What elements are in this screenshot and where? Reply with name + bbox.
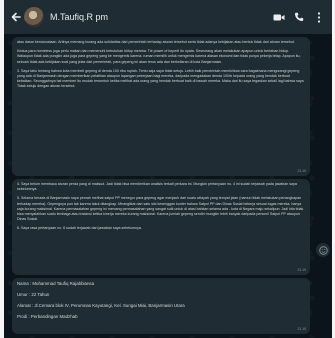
profile-field-program: Prodi : Perbandingan Madzhab — [17, 314, 78, 319]
contact-avatar[interactable] — [24, 7, 44, 27]
profile-field-age: Umur : 22 Tahun — [17, 292, 50, 297]
back-arrow-icon[interactable] — [10, 10, 22, 24]
chat-header: M.Taufiq.R pm — [4, 0, 332, 34]
message-paragraph: 6. Saya rasa pertanyaan no. 6 sudah terj… — [17, 226, 142, 231]
message-time: 21.10 — [297, 267, 307, 272]
message-paragraph: 3. Saya tahu tentang bahwa kota membeli … — [17, 68, 304, 89]
message-bubble[interactable]: atau dasar kemanusiaan. Artinya memang k… — [12, 37, 310, 176]
reaction-emoji-icon[interactable] — [316, 243, 330, 257]
message-time: 21.10 — [297, 326, 307, 331]
message-paragraph: 5. Selama berada di Banjarmasin saya per… — [17, 196, 304, 222]
message-paragraph: atau dasar kemanusiaan. Artinya memang k… — [17, 40, 295, 44]
message-paragraph: Kedua para homeless juga perlu makan dan… — [17, 49, 301, 64]
profile-field-address: Alamat : Jl.Cemara blok IV, Perumnas Kay… — [17, 303, 185, 308]
message-time: 21.10 — [297, 168, 307, 173]
message-paragraph: 4. Saya belum membaca aturan perda yang … — [17, 182, 297, 192]
video-call-icon[interactable] — [272, 10, 286, 24]
phone-icon[interactable] — [292, 10, 306, 24]
message-bubble[interactable]: 4. Saya belum membaca aturan perda yang … — [12, 179, 310, 275]
chat-screen: M.Taufiq.R pm atau dasar kemanusiaan. Ar… — [4, 0, 332, 338]
profile-field-name: Nama : Muhammad Taufiq Rajabbiansa — [17, 281, 95, 286]
more-vert-icon[interactable] — [312, 10, 326, 24]
contact-name[interactable]: M.Taufiq.R pm — [50, 12, 272, 22]
message-bubble[interactable]: Nama : Muhammad Taufiq Rajabbiansa Umur … — [12, 278, 310, 334]
